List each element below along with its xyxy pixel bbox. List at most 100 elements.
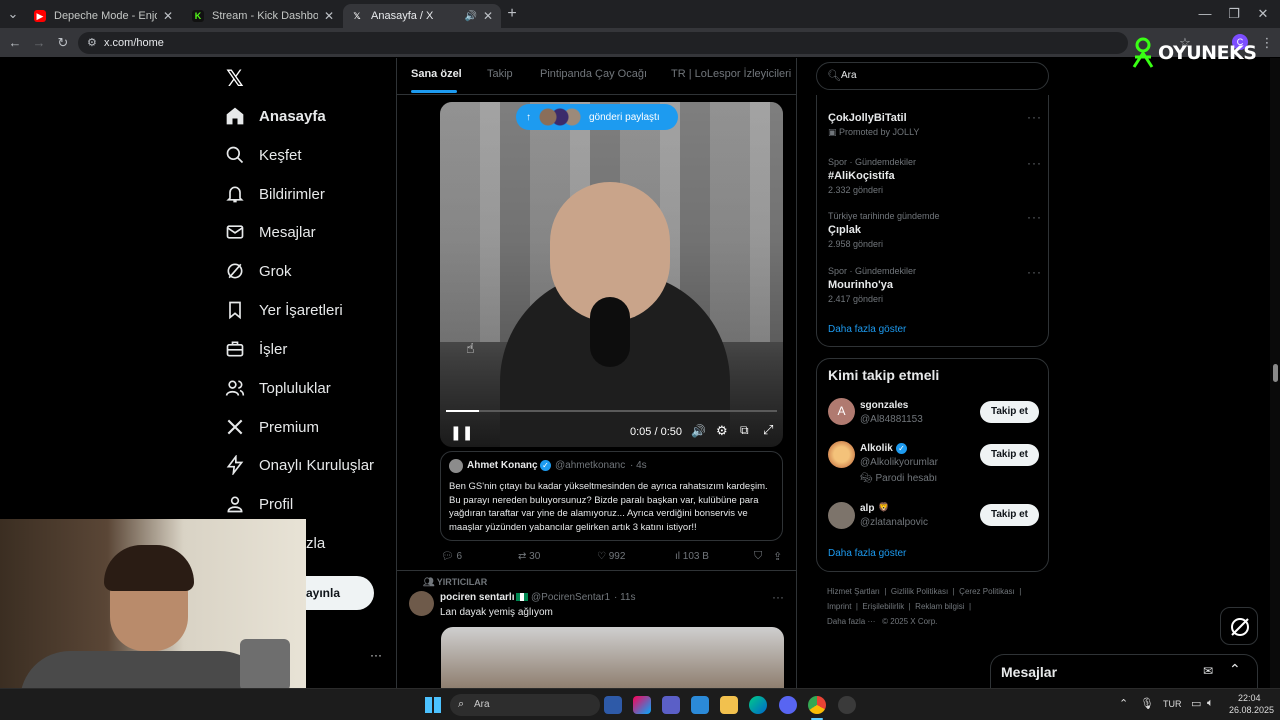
language-indicator[interactable]: TUR — [1163, 699, 1182, 709]
browser-tab-kick[interactable]: K Stream - Kick Dashboard ✕ — [184, 4, 342, 28]
follow-avatar[interactable] — [828, 502, 855, 529]
pip-icon[interactable]: ⧉ — [740, 423, 749, 438]
follow-button[interactable]: Takip et — [980, 401, 1039, 423]
teams-icon[interactable] — [662, 696, 680, 714]
x-home-logo[interactable]: 𝕏 — [226, 66, 244, 92]
video-progress-track[interactable] — [446, 410, 777, 412]
trend-item[interactable]: Spor · Gündemdekiler #AliKoçistifa 2.332… — [828, 157, 1038, 195]
follow-button[interactable]: Takip et — [980, 504, 1039, 526]
copilot-icon[interactable] — [633, 696, 651, 714]
follow-show-more[interactable]: Daha fazla göster — [828, 548, 906, 559]
tab-following[interactable]: Takip — [487, 68, 513, 80]
nav-explore[interactable]: Keşfet — [225, 140, 302, 170]
bookmark-action-icon[interactable]: ⛉ — [754, 550, 762, 563]
reload-icon[interactable]: ↻ — [54, 34, 72, 52]
volume-icon[interactable]: 🔈︎ — [1207, 697, 1214, 710]
clock-date[interactable]: 26.08.2025 — [1229, 705, 1274, 715]
microphone-icon[interactable]: 🎙︎ — [1140, 697, 1154, 710]
minimize-icon[interactable]: — — [1196, 5, 1214, 23]
search-box[interactable]: 🔍︎ Ara — [816, 62, 1049, 90]
browser-tab-x[interactable]: 𝕏 Anasayfa / X 🔊 ✕ — [343, 4, 501, 28]
retweet-action[interactable]: ⇄ 30 — [518, 551, 540, 562]
trends-show-more[interactable]: Daha fazla göster — [828, 324, 906, 335]
tweet2-more-icon[interactable]: ··· — [772, 590, 784, 604]
nav-bookmarks[interactable]: Yer İşaretleri — [225, 295, 343, 325]
chrome-icon[interactable] — [808, 696, 826, 714]
maximize-icon[interactable]: ❐ — [1225, 5, 1243, 23]
tab-list-lolespor[interactable]: TR | LoLespor İzleyicileri — [671, 68, 791, 80]
quoted-avatar[interactable] — [449, 459, 463, 473]
tweet2-media[interactable] — [441, 627, 784, 688]
pause-icon[interactable]: ❚❚ — [450, 424, 473, 441]
video-player[interactable]: ❚❚ 0:05 / 0:50 🔊 ⚙ ⧉ ⤢ — [440, 102, 783, 447]
menu-icon[interactable]: ⋮ — [1258, 34, 1276, 52]
close-icon[interactable]: ✕ — [483, 9, 493, 23]
trend-more-icon[interactable]: ··· — [1027, 110, 1042, 124]
nav-premium[interactable]: Premium — [225, 412, 319, 442]
taskview-icon[interactable] — [604, 696, 622, 714]
scrollbar-thumb[interactable] — [1273, 364, 1278, 382]
new-message-icon[interactable]: ✉ — [1203, 664, 1213, 678]
footer-line-1[interactable]: Hizmet Şartları | Gizlilik Politikası | … — [827, 587, 1021, 596]
trend-more-icon[interactable]: ··· — [1027, 210, 1042, 224]
taskbar-search[interactable]: ⌕ Ara — [450, 694, 600, 716]
views-action[interactable]: ıl 103 B — [675, 551, 709, 562]
nav-jobs[interactable]: İşler — [225, 334, 287, 364]
back-icon[interactable]: ← — [6, 34, 24, 52]
account-more-icon[interactable]: ··· — [370, 648, 382, 662]
footer-line-2[interactable]: Imprint | Erişilebilirlik | Reklam bilgi… — [827, 602, 971, 611]
follow-name[interactable]: sgonzales — [860, 400, 908, 411]
nav-home[interactable]: Anasayfa — [225, 101, 326, 131]
browser-tab-youtube[interactable]: ▶ Depeche Mode - Enjoy The Sile ✕ — [26, 4, 181, 28]
follow-name[interactable]: Alkolik — [860, 443, 893, 454]
trend-more-icon[interactable]: ··· — [1027, 156, 1042, 170]
messages-drawer[interactable]: Mesajlar ✉ ⌃ — [990, 654, 1258, 690]
chevron-up-icon[interactable]: ⌃ — [1119, 697, 1128, 710]
nav-profile[interactable]: Profil — [225, 489, 293, 519]
follow-avatar[interactable]: A — [828, 398, 855, 425]
trend-item[interactable]: Türkiye tarihinde gündemde Çıplak 2.958 … — [828, 211, 1038, 249]
site-info-icon[interactable]: ⚙ — [87, 32, 97, 54]
post-button[interactable]: ayınla — [306, 576, 374, 610]
quoted-author[interactable]: Ahmet Konanç — [467, 460, 538, 471]
chevron-up-icon[interactable]: ⌃ — [1229, 661, 1241, 678]
nav-more[interactable]: zla — [306, 528, 325, 558]
speaker-icon[interactable]: 🔊 — [464, 11, 476, 22]
tweet2-handle[interactable]: @PocirenSentar1 — [531, 592, 610, 603]
reply-action[interactable]: 💬︎ 6 — [441, 551, 462, 562]
nav-messages[interactable]: Mesajlar — [225, 217, 316, 247]
trend-item[interactable]: Spor · Gündemdekiler Mourinho'ya 2.417 g… — [828, 266, 1038, 304]
volume-icon[interactable]: 🔊 — [691, 424, 706, 438]
page-scrollbar[interactable] — [1270, 58, 1280, 688]
store-icon[interactable] — [691, 696, 709, 714]
like-action[interactable]: ♡ 992 — [597, 551, 625, 562]
trend-item[interactable]: ÇokJollyBiTatil ▣ Promoted by JOLLY — [828, 112, 1038, 138]
tweet2-context[interactable]: 👥︎ YIRTICILAR — [423, 577, 487, 588]
clock-time[interactable]: 22:04 — [1238, 693, 1261, 703]
close-icon[interactable]: ✕ — [324, 9, 334, 23]
network-icon[interactable]: ▭ — [1191, 697, 1201, 710]
nav-grok[interactable]: Grok — [225, 256, 292, 286]
window-close-icon[interactable]: ✕ — [1254, 5, 1272, 23]
windows-start-icon[interactable] — [425, 697, 441, 713]
tab-for-you[interactable]: Sana özel — [411, 68, 462, 80]
nav-communities[interactable]: Topluluklar — [225, 373, 331, 403]
nav-verified-orgs[interactable]: Onaylı Kuruluşlar — [225, 450, 374, 480]
close-icon[interactable]: ✕ — [163, 9, 173, 23]
url-bar[interactable]: ⚙ x.com/home — [78, 32, 1128, 54]
tweet2-author[interactable]: pociren sentarlı — [440, 592, 514, 603]
quoted-handle[interactable]: @ahmetkonanc — [555, 460, 625, 471]
tweet2-avatar[interactable] — [409, 591, 434, 616]
explorer-icon[interactable] — [720, 696, 738, 714]
settings-icon[interactable]: ⚙ — [716, 423, 728, 439]
tab-list-pintipanda[interactable]: Pintipanda Çay Ocağı — [540, 68, 647, 80]
follow-button[interactable]: Takip et — [980, 444, 1039, 466]
grok-floating-button[interactable] — [1220, 607, 1258, 645]
edge-icon[interactable] — [749, 696, 767, 714]
follow-avatar[interactable] — [828, 441, 855, 468]
trend-more-icon[interactable]: ··· — [1027, 265, 1042, 279]
forward-icon[interactable]: → — [30, 34, 48, 52]
tab-search-icon[interactable]: ⌄ — [4, 5, 22, 23]
shared-posts-pill[interactable]: ↑ gönderi paylaştı — [516, 104, 678, 130]
footer-line-3[interactable]: Daha fazla ··· © 2025 X Corp. — [827, 617, 937, 626]
